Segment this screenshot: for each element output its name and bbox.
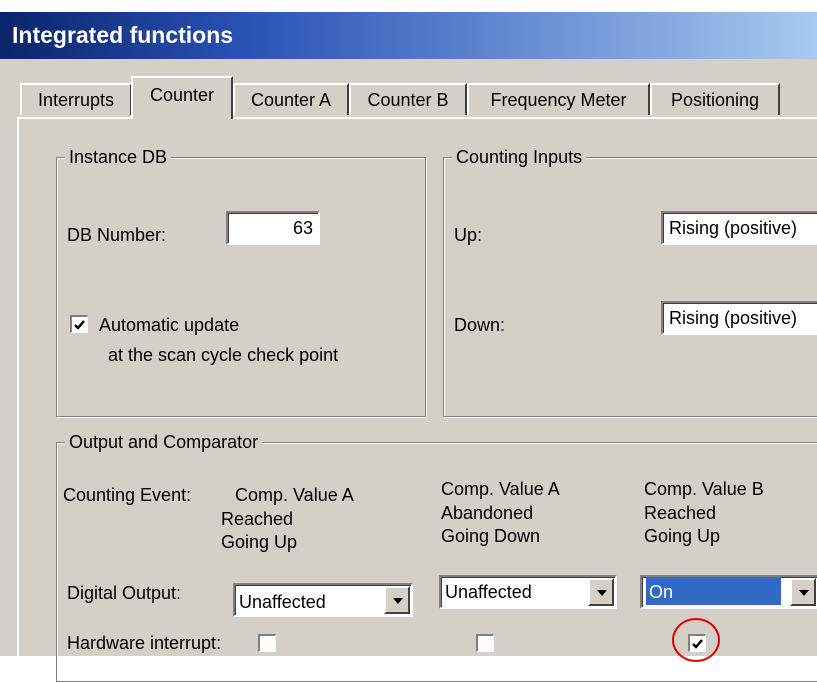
db-number-value: 63 bbox=[292, 218, 313, 238]
dialog: Interrupts Counter Counter A Counter B F… bbox=[0, 59, 817, 682]
tab-positioning[interactable]: Positioning bbox=[650, 83, 780, 115]
dropdown-arrow-button[interactable] bbox=[384, 586, 410, 614]
auto-update-label: Automatic update bbox=[99, 315, 240, 335]
digital-output-select-a-up[interactable]: Unaffected bbox=[233, 583, 413, 617]
instance-db-group: Instance DB bbox=[56, 145, 426, 417]
highlight-ring-annotation bbox=[672, 618, 720, 662]
digital-output-value-b-up: On bbox=[646, 577, 781, 605]
tab-counter-b[interactable]: Counter B bbox=[349, 83, 467, 115]
tab-counter-a[interactable]: Counter A bbox=[233, 83, 349, 115]
event-a-down-line1: Comp. Value A bbox=[441, 479, 560, 499]
event-b-up-line3: Going Up bbox=[644, 526, 721, 546]
digital-output-select-a-down[interactable]: Unaffected bbox=[439, 575, 617, 609]
tab-strip: Interrupts Counter Counter A Counter B F… bbox=[0, 59, 817, 119]
digital-output-value-a-down: Unaffected bbox=[445, 582, 532, 602]
tab-interrupts[interactable]: Interrupts bbox=[20, 83, 132, 115]
db-number-label: DB Number: bbox=[67, 225, 167, 245]
instance-db-legend: Instance DB bbox=[65, 145, 172, 169]
event-a-up-line1: Comp. Value A bbox=[235, 485, 354, 505]
down-edge-select[interactable]: Rising (positive) bbox=[661, 301, 817, 335]
db-number-input[interactable]: 63 bbox=[226, 211, 320, 245]
auto-update-checkbox[interactable] bbox=[70, 315, 88, 333]
event-a-up-line3: Going Up bbox=[221, 532, 298, 552]
event-b-up-line2: Reached bbox=[644, 503, 717, 523]
chevron-down-icon bbox=[597, 590, 607, 596]
hw-interrupt-checkbox-a-up[interactable] bbox=[258, 634, 276, 652]
auto-update-sublabel: at the scan cycle check point bbox=[108, 345, 339, 365]
digital-output-label: Digital Output: bbox=[67, 583, 182, 603]
tab-panel-counter: Instance DB DB Number: 63 Automatic upda… bbox=[17, 117, 817, 682]
window-title: Integrated functions bbox=[0, 12, 817, 59]
up-edge-value: Rising (positive) bbox=[669, 218, 798, 238]
chevron-down-icon bbox=[799, 590, 809, 596]
digital-output-value-a-up: Unaffected bbox=[239, 592, 326, 612]
event-b-up-line1: Comp. Value B bbox=[644, 479, 764, 499]
event-a-up-line2: Reached bbox=[221, 509, 294, 529]
counting-event-label: Counting Event: bbox=[63, 485, 192, 505]
hardware-interrupt-label: Hardware interrupt: bbox=[67, 633, 222, 653]
event-a-down-line2: Abandoned bbox=[441, 503, 534, 523]
tab-counter[interactable]: Counter bbox=[131, 76, 233, 119]
event-a-down-line3: Going Down bbox=[441, 526, 541, 546]
digital-output-select-b-up[interactable]: On bbox=[640, 575, 817, 609]
output-comparator-legend: Output and Comparator bbox=[65, 430, 263, 454]
down-label: Down: bbox=[454, 315, 506, 335]
up-label: Up: bbox=[454, 225, 483, 245]
hw-interrupt-checkbox-a-down[interactable] bbox=[476, 634, 494, 652]
tab-frequency-meter[interactable]: Frequency Meter bbox=[467, 83, 650, 115]
counting-inputs-group: Counting Inputs bbox=[443, 145, 817, 417]
dropdown-arrow-button[interactable] bbox=[588, 578, 614, 606]
dropdown-arrow-button[interactable] bbox=[790, 578, 816, 606]
checkmark-icon bbox=[74, 320, 85, 330]
counting-inputs-legend: Counting Inputs bbox=[452, 145, 587, 169]
down-edge-value: Rising (positive) bbox=[669, 308, 798, 328]
up-edge-select[interactable]: Rising (positive) bbox=[661, 211, 817, 245]
chevron-down-icon bbox=[393, 598, 403, 604]
